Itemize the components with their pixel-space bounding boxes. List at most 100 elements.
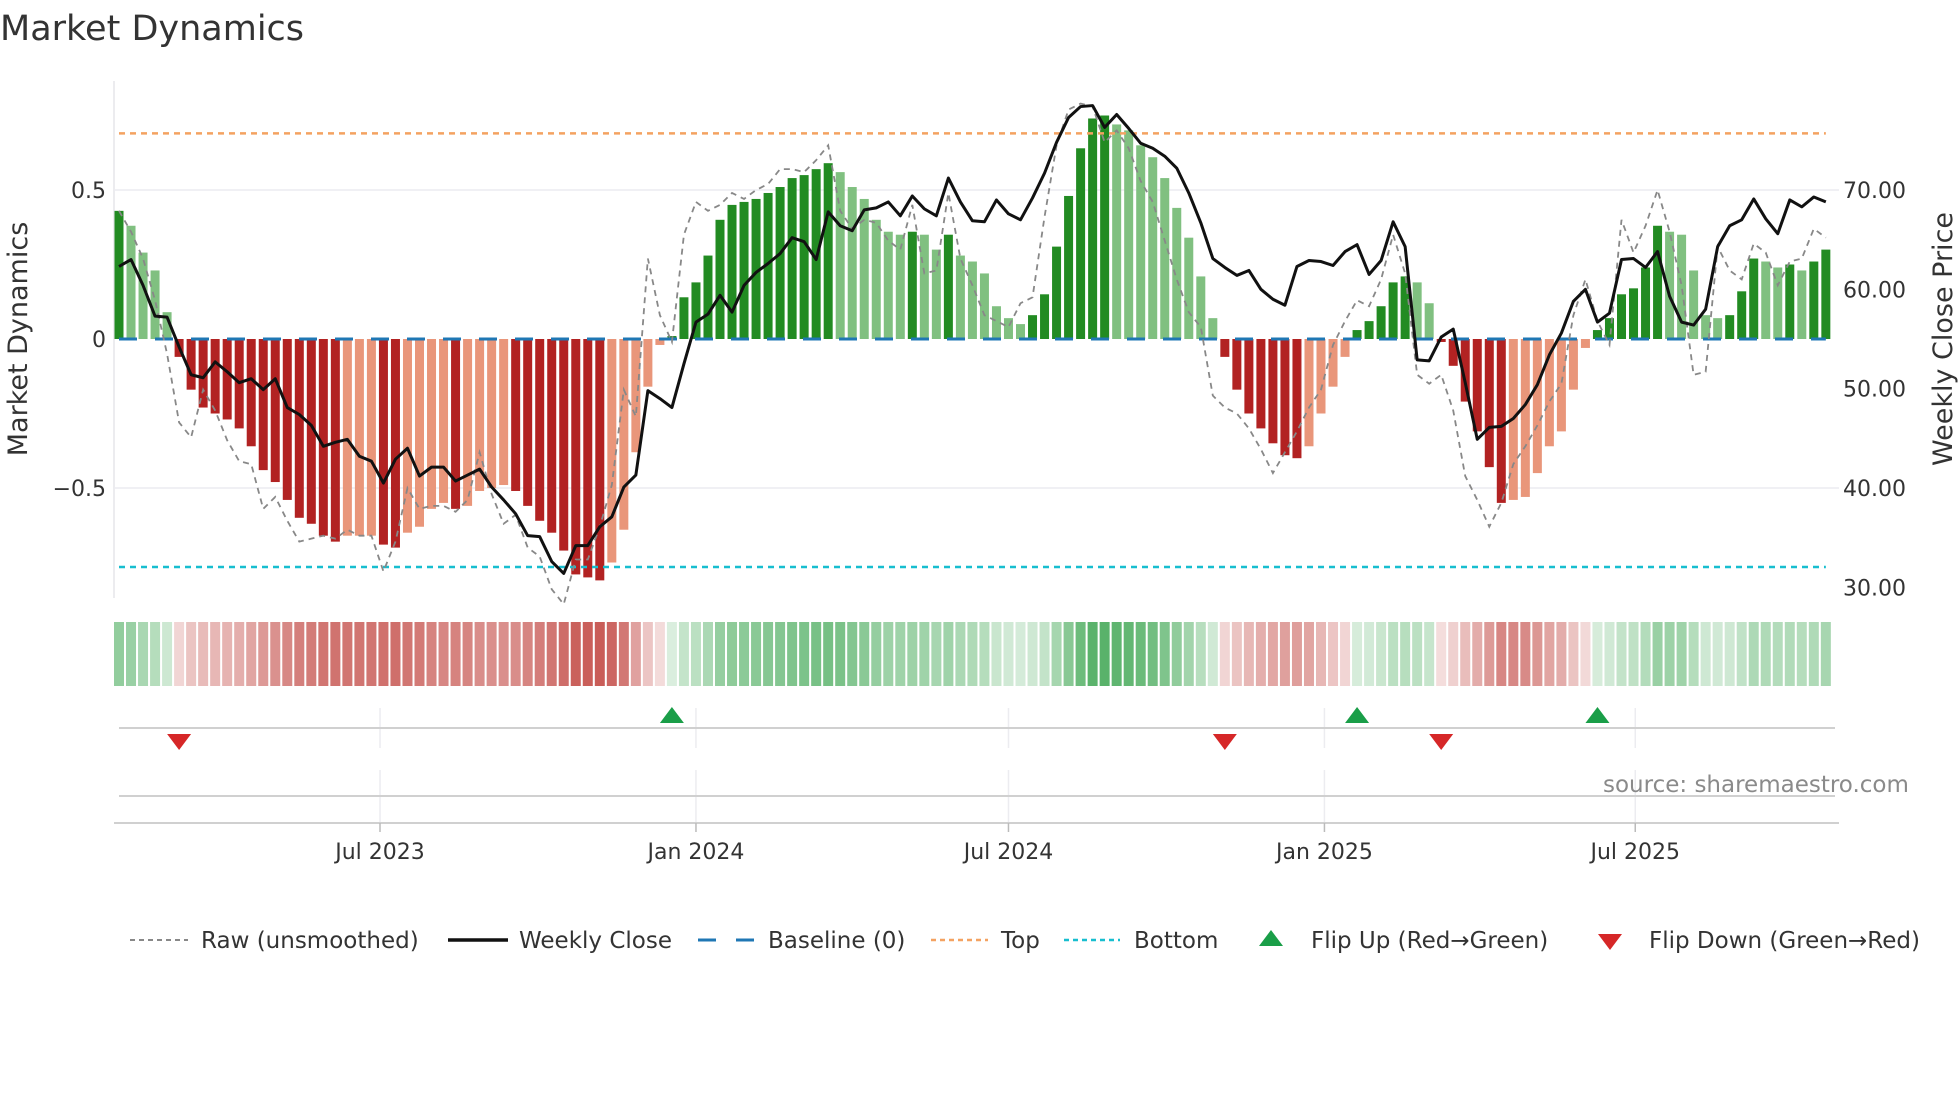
heat-cell <box>546 622 557 686</box>
heat-cell <box>871 622 882 686</box>
dynamics-bar <box>114 210 124 339</box>
dynamics-bar <box>739 201 749 339</box>
heat-cell <box>1808 622 1819 686</box>
x-tick-label: Jul 2023 <box>333 840 425 865</box>
dynamics-bar <box>547 339 557 533</box>
dynamics-bar <box>1280 339 1290 456</box>
dynamics-bar <box>366 339 376 536</box>
heat-cell <box>1652 622 1663 686</box>
dynamics-bar <box>799 175 809 339</box>
dynamics-bar <box>126 225 136 339</box>
heat-cell <box>222 622 233 686</box>
heat-cell <box>1640 622 1651 686</box>
legend-label-raw: Raw (unsmoothed) <box>201 928 419 954</box>
heat-cell <box>1700 622 1711 686</box>
heat-cell <box>174 622 185 686</box>
dynamics-bar <box>1821 249 1831 339</box>
dynamics-bar <box>1364 321 1374 339</box>
main-plot: 0.5 0 −0.5 70.00 60.00 50.00 40.00 30.00 Marke… <box>3 81 1959 607</box>
triangle-up-icon <box>1259 930 1283 946</box>
heat-cell <box>1340 622 1351 686</box>
heat-cell <box>1448 622 1459 686</box>
heat-cell <box>126 622 137 686</box>
chart-title: Market Dynamics <box>0 9 304 49</box>
dynamics-bar <box>342 339 352 536</box>
heat-cell <box>931 622 942 686</box>
heat-cell <box>1207 622 1218 686</box>
heat-cell <box>1664 622 1675 686</box>
heat-cell <box>1316 622 1326 686</box>
heat-cell <box>1688 622 1699 686</box>
heat-cell <box>1364 622 1375 686</box>
heat-cell <box>642 622 653 686</box>
heat-cell <box>1231 622 1242 686</box>
dynamics-bar <box>1340 339 1350 357</box>
heat-cell <box>1388 622 1399 686</box>
dynamics-bar <box>931 249 941 339</box>
dynamics-bar <box>883 231 893 339</box>
heat-cell <box>1291 622 1302 686</box>
heat-strip <box>114 622 1831 686</box>
heat-cell <box>1520 622 1531 686</box>
y-right-tick-label: 40.00 <box>1843 477 1906 502</box>
y-axis-right-ticks: 70.00 60.00 50.00 40.00 30.00 <box>1843 179 1906 601</box>
dynamics-bar <box>1689 270 1699 339</box>
x-tick-label: Jan 2025 <box>1274 840 1373 865</box>
heat-cell <box>234 622 245 686</box>
heat-cell <box>847 622 858 686</box>
dynamics-bar <box>871 219 881 339</box>
market-dynamics-chart: Market Dynamics 0.5 0 −0.5 70.00 60.00 50.00… <box>0 9 1959 954</box>
heat-cell <box>534 622 545 686</box>
heat-cell <box>835 622 846 686</box>
heat-cell <box>1496 622 1507 686</box>
dynamics-bar <box>1208 318 1218 339</box>
heat-cell <box>1183 622 1194 686</box>
dynamics-bar <box>727 204 737 339</box>
dynamics-bar <box>1172 207 1182 339</box>
heat-cell <box>1436 622 1447 686</box>
flip-down-marker <box>1212 734 1237 750</box>
heat-cell <box>1123 622 1134 686</box>
dynamics-bar <box>1232 339 1242 390</box>
dynamics-bar <box>991 306 1001 339</box>
dynamics-bar <box>1040 294 1050 339</box>
heat-cell <box>1460 622 1471 686</box>
heat-cell <box>570 622 581 686</box>
heat-cell <box>1580 622 1591 686</box>
dynamics-bar <box>607 339 617 563</box>
x-tick-label: Jul 2024 <box>962 840 1054 865</box>
heat-cell <box>510 622 521 686</box>
dynamics-bar <box>1629 288 1639 339</box>
heat-cell <box>859 622 870 686</box>
dynamics-bar <box>487 339 497 488</box>
heat-cell <box>955 622 966 686</box>
heat-cell <box>114 622 124 686</box>
dynamics-bar <box>294 339 304 518</box>
dynamics-bar <box>1112 124 1122 339</box>
flip-gridlines <box>379 708 1636 823</box>
heat-cell <box>666 622 677 686</box>
dynamics-bar <box>499 339 509 486</box>
dynamics-bar <box>210 339 220 414</box>
dynamics-bar <box>1568 339 1578 390</box>
dynamics-bar <box>1580 339 1590 348</box>
x-tick-label: Jul 2025 <box>1588 840 1680 865</box>
heat-cell <box>763 622 774 686</box>
heat-cell <box>823 622 834 686</box>
heat-cell <box>414 622 425 686</box>
heat-cell <box>1712 622 1723 686</box>
dynamics-bar <box>1184 237 1194 339</box>
dynamics-bar <box>427 339 437 509</box>
heat-cell <box>1412 622 1423 686</box>
dynamics-bar <box>1376 306 1386 339</box>
heat-cell <box>186 622 197 686</box>
heat-cell <box>306 622 317 686</box>
flip-down-marker <box>167 734 192 750</box>
dynamics-bar <box>1617 294 1626 339</box>
dynamics-bar <box>835 172 845 339</box>
legend-label-bottom: Bottom <box>1134 928 1218 954</box>
dynamics-bar <box>787 178 797 339</box>
heat-cell <box>402 622 413 686</box>
dynamics-bar <box>246 339 256 447</box>
heat-cell <box>1219 622 1230 686</box>
